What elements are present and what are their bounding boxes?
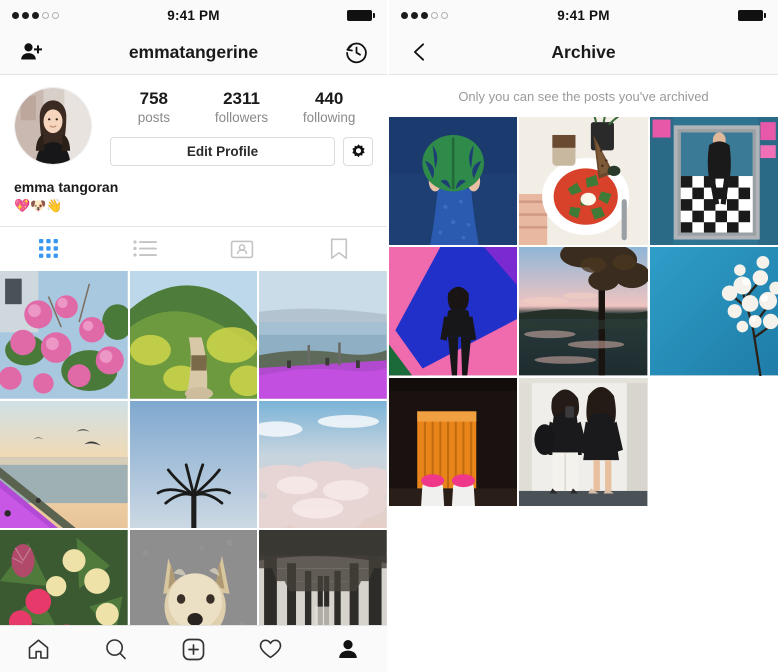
posts-label: posts [137, 110, 170, 125]
followers-label: followers [214, 110, 269, 125]
tab-tagged[interactable] [194, 227, 291, 270]
status-bar: 9:41 PM [389, 0, 778, 30]
page-title: Archive [551, 41, 616, 62]
bottom-nav-bar [0, 625, 387, 672]
grid-post[interactable] [0, 271, 128, 399]
profile-grid-wrapper [0, 270, 387, 645]
archive-screen: 9:41 PM Archive Only you can see the pos… [389, 0, 778, 672]
nav-search[interactable] [77, 637, 154, 661]
archive-post[interactable] [389, 117, 518, 246]
stat-following[interactable]: 440 following [285, 89, 373, 126]
chevron-left-icon[interactable] [403, 35, 437, 69]
nav-home[interactable] [0, 637, 77, 661]
status-bar-time: 9:41 PM [167, 7, 220, 23]
nav-activity[interactable] [232, 637, 309, 661]
archive-post[interactable] [519, 377, 648, 506]
stat-posts[interactable]: 758 posts [110, 89, 198, 126]
page-title: emmatangerine [128, 41, 259, 62]
following-count: 440 [314, 89, 344, 108]
profile-full-name: emma tangoran [14, 179, 119, 195]
tab-grid[interactable] [0, 227, 97, 270]
stat-followers[interactable]: 2311 followers [198, 89, 286, 126]
edit-profile-button[interactable]: Edit Profile [110, 137, 335, 166]
archive-post[interactable] [519, 117, 648, 246]
grid-post[interactable] [129, 400, 258, 529]
profile-header: 758 posts 2311 followers 440 following E… [0, 75, 387, 214]
grid-post[interactable] [0, 400, 128, 529]
archive-post[interactable] [649, 247, 778, 376]
profile-screen: 9:41 PM emmatangerine 758 posts 2311 fol… [0, 0, 389, 672]
status-bar-time: 9:41 PM [557, 7, 610, 23]
profile-navbar: emmatangerine [0, 30, 387, 75]
navbar-spacer [730, 35, 764, 69]
dual-phone-screens: 9:41 PM emmatangerine 758 posts 2311 fol… [0, 0, 780, 672]
archive-post[interactable] [519, 247, 648, 376]
status-bar: 9:41 PM [0, 0, 387, 30]
nav-add-post[interactable] [155, 637, 232, 662]
archive-post[interactable] [649, 117, 778, 246]
profile-tab-bar [0, 226, 387, 270]
posts-count: 758 [139, 89, 169, 108]
archive-history-icon[interactable] [339, 35, 373, 69]
nav-profile[interactable] [310, 637, 387, 661]
avatar[interactable] [14, 87, 92, 165]
add-person-icon[interactable] [14, 35, 48, 69]
grid-post[interactable] [259, 400, 387, 529]
followers-count: 2311 [223, 89, 260, 108]
profile-post-grid [0, 271, 387, 645]
tab-list[interactable] [97, 227, 194, 270]
profile-bio: 💖🐶👋 [14, 198, 63, 213]
archive-notice: Only you can see the posts you've archiv… [389, 75, 778, 117]
tab-saved[interactable] [290, 227, 387, 270]
archive-post[interactable] [389, 377, 518, 506]
grid-post[interactable] [259, 271, 387, 399]
grid-post[interactable] [129, 271, 258, 399]
archive-post[interactable] [389, 247, 518, 376]
profile-stats: 758 posts 2311 followers 440 following [110, 89, 373, 126]
archive-post-grid [389, 117, 778, 506]
following-label: following [302, 110, 356, 125]
gear-icon[interactable] [343, 137, 373, 166]
archive-navbar: Archive [389, 30, 778, 75]
